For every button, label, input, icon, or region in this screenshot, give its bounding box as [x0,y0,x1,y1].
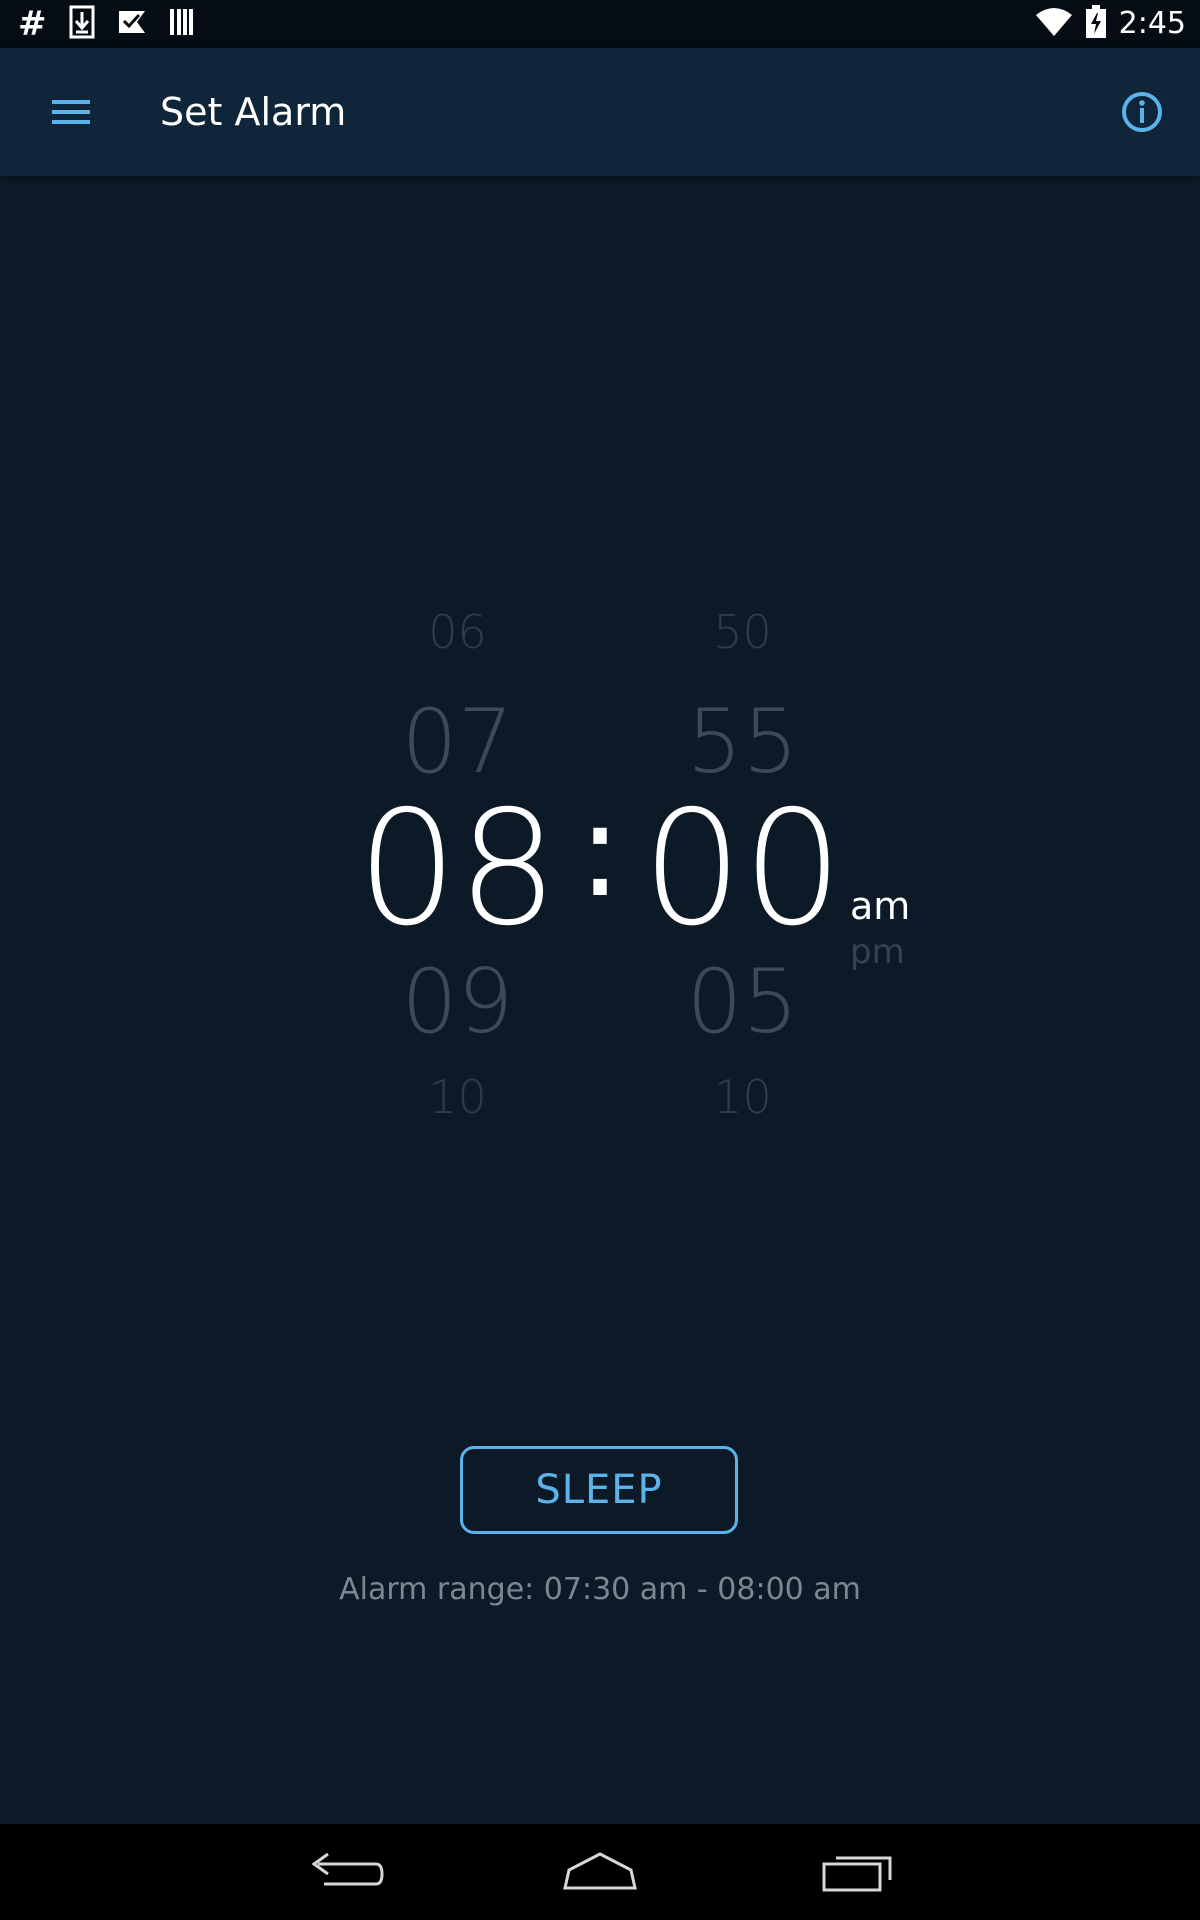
system-icons: 2:45 [1035,0,1186,48]
sleep-button[interactable]: SLEEP [460,1446,738,1534]
period-selector[interactable]: am pm [850,882,910,974]
minute-far-above[interactable]: 50 [640,605,845,659]
page-title: Set Alarm [160,90,347,134]
alarm-range-text: Alarm range: 07:30 am - 08:00 am [339,1572,861,1607]
barcode-icon [169,7,195,41]
notification-icons: # [18,0,195,48]
minute-below[interactable]: 05 [640,950,845,1053]
hour-selected[interactable]: 08 [355,777,560,961]
hamburger-menu-icon [52,100,90,124]
home-button[interactable] [555,1844,645,1900]
battery-charging-icon [1085,5,1107,43]
hash-icon: # [18,4,47,44]
check-flag-icon [117,7,147,41]
hour-far-above[interactable]: 06 [355,605,560,659]
menu-button[interactable] [40,88,104,136]
download-icon [69,5,95,43]
wifi-icon [1035,7,1073,41]
recents-icon [822,1856,892,1892]
clock-time: 2:45 [1118,6,1186,41]
period-pm[interactable]: pm [850,930,910,974]
hour-far-below[interactable]: 10 [355,1070,560,1124]
time-picker: 06 07 08 09 10 : 50 55 00 05 10 am pm [0,0,1200,1920]
minute-selected[interactable]: 00 [640,777,845,961]
time-separator: : [578,774,622,926]
hour-below[interactable]: 09 [355,950,560,1053]
status-bar: # 2:45 [0,0,1200,48]
navigation-bar [0,1824,1200,1920]
recents-button[interactable] [812,1844,902,1900]
minute-wheel[interactable]: 50 55 00 05 10 [640,580,845,1140]
info-icon [1122,92,1162,132]
minute-far-below[interactable]: 10 [640,1070,845,1124]
hour-wheel[interactable]: 06 07 08 09 10 [355,580,560,1140]
period-am[interactable]: am [850,882,910,930]
info-button[interactable] [1118,88,1166,136]
back-button[interactable] [298,1844,388,1900]
app-bar: Set Alarm [0,48,1200,176]
back-icon [311,1852,384,1886]
home-icon [563,1852,637,1890]
